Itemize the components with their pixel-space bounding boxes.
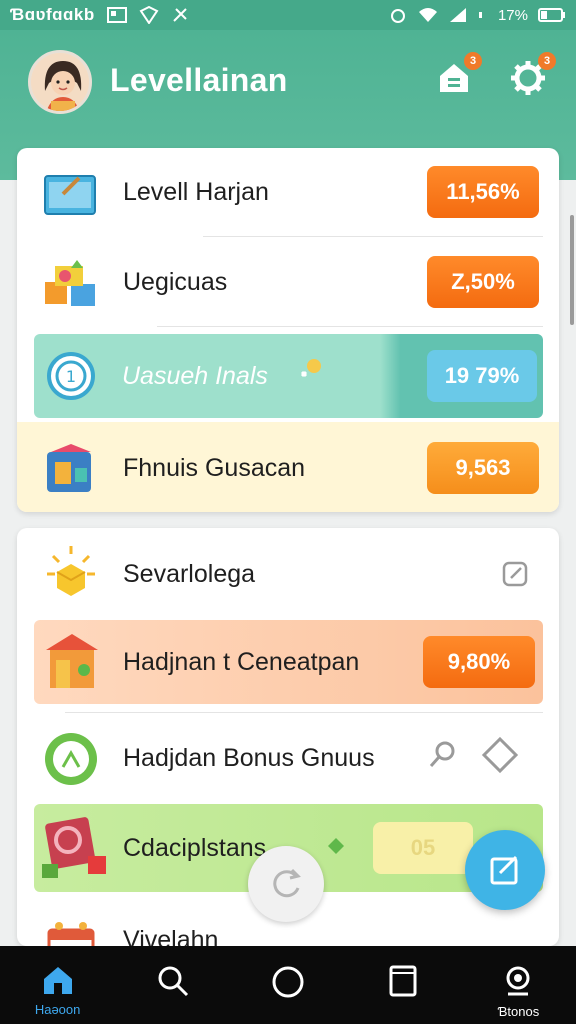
scrollbar[interactable] (570, 215, 574, 325)
sync-icon (173, 8, 187, 22)
compose-button[interactable] (465, 830, 545, 910)
sparkle-icon (300, 359, 321, 378)
stats-card: Levell Harjan 11,56% Uegicuas Z,50% 1 Ua… (17, 148, 559, 512)
value-badge: 19 79% (427, 350, 537, 402)
list-item[interactable]: Hadjdan Bonus Gnuus (17, 714, 559, 804)
nav-home[interactable]: Haəoon (0, 946, 115, 1024)
refresh-button[interactable] (248, 846, 324, 922)
value-badge: 9,80% (423, 636, 535, 688)
list-item[interactable]: Uegicuas Z,50% (17, 238, 559, 328)
shop-icon (46, 634, 98, 688)
value-badge: Z,50% (427, 256, 539, 308)
avatar[interactable] (28, 50, 92, 114)
list-item-highlighted[interactable]: 1 Uasueh Inals 19 79% (34, 334, 543, 418)
battery-text: 17% (497, 6, 528, 24)
clock-badge-icon (45, 733, 97, 785)
value-badge: 05 (373, 822, 473, 874)
row-label: Levell Harjan (123, 178, 269, 206)
home-button[interactable]: 3 (434, 52, 482, 98)
row-label: Hadjdan Bonus Gnuus (123, 744, 375, 772)
value-badge: 11,56% (427, 166, 539, 218)
settings-button[interactable]: 3 (508, 52, 556, 98)
row-label: Fhnuis Gusacan (123, 454, 306, 482)
shield-icon (139, 6, 159, 24)
app-title: Levellainan (110, 62, 288, 98)
row-label: Cdaciplstans (123, 834, 267, 862)
home-badge: 3 (464, 52, 482, 70)
level-icon: 1 (47, 352, 95, 400)
leaf-icon (328, 838, 344, 854)
nav-recents[interactable] (346, 946, 461, 1024)
avatar-image (31, 53, 89, 111)
bottom-navigation: Haəoon Ɓtonos (0, 946, 576, 1024)
wifi-icon (418, 8, 437, 22)
row-label: Hadjnan t Ceneatpan (123, 648, 360, 676)
nav-label: Haəoon (34, 1002, 81, 1017)
divider (203, 236, 543, 237)
nav-home-circle[interactable] (230, 946, 345, 1024)
tag-icon[interactable] (481, 736, 519, 774)
search-icon (158, 966, 188, 997)
edit-icon[interactable] (501, 560, 529, 588)
folder-icon (44, 175, 96, 215)
settings-badge: 3 (538, 52, 556, 70)
home-icon (43, 967, 72, 994)
battery-icon (538, 8, 565, 22)
nav-label: Ɓtonos (497, 1004, 540, 1019)
square-icon (389, 965, 417, 997)
list-item[interactable]: Fhnuis Gusacan 9,563 (17, 422, 559, 512)
game-box-icon (42, 817, 106, 878)
signal-icon (449, 8, 466, 22)
alarm-icon (390, 9, 405, 23)
list-item[interactable]: Sevarlolega (17, 528, 559, 618)
refresh-icon (273, 868, 301, 898)
list-item[interactable]: Levell Harjan 11,56% (17, 148, 559, 238)
profile-icon (506, 966, 530, 996)
row-label: Vivelahn (123, 926, 219, 946)
divider (157, 326, 543, 327)
row-label: Sevarlolega (123, 560, 256, 588)
sim-icon (478, 12, 482, 18)
circle-icon (272, 966, 304, 998)
row-label: Uasueh Inals (122, 362, 268, 390)
news-icon (106, 7, 127, 23)
gifts-icon (45, 260, 95, 306)
row-label: Uegicuas (123, 268, 228, 296)
svg-text:1: 1 (66, 367, 76, 386)
search-icon[interactable] (425, 738, 459, 772)
value-badge: 9,563 (427, 442, 539, 494)
nav-profile[interactable]: Ɓtonos (461, 946, 576, 1024)
sun-box-icon (47, 546, 95, 596)
list-item-highlighted[interactable]: Hadjnan t Ceneatpan 9,80% (34, 620, 543, 704)
nav-search[interactable] (115, 946, 230, 1024)
calendar-icon (47, 922, 95, 946)
carrier-text: Ɓɑʋfɑɑkb (10, 5, 95, 24)
backpack-icon (47, 444, 91, 492)
status-bar: Ɓɑʋfɑɑkb 17% (0, 0, 576, 30)
compose-icon (490, 855, 518, 885)
divider (65, 712, 543, 713)
